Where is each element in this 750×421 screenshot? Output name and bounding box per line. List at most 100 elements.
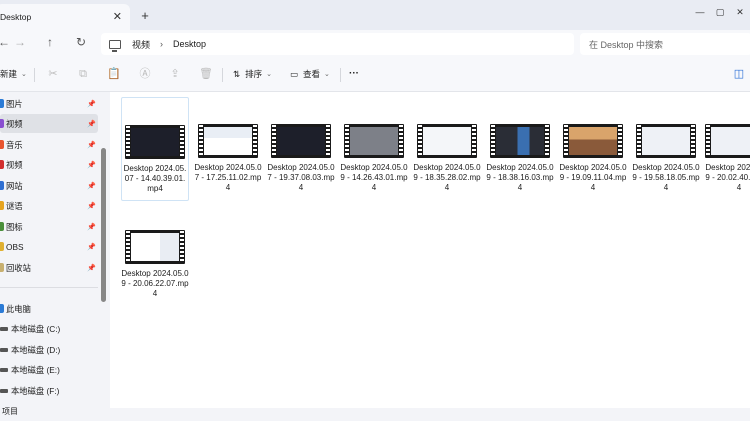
file-name: Desktop 2024.05.09 - 20.02.40.06.mp4 bbox=[705, 163, 750, 192]
sidebar-item-icons[interactable]: 图标 📌 bbox=[0, 217, 98, 236]
file-item[interactable]: Desktop 2024.05.09 - 19.09.11.04.mp4 bbox=[559, 124, 627, 193]
this-pc-icon bbox=[109, 39, 121, 52]
sidebar-item-obs[interactable]: OBS 📌 bbox=[0, 237, 98, 256]
back-icon[interactable]: ← bbox=[0, 35, 12, 49]
window-close-button[interactable]: ✕ bbox=[730, 0, 750, 24]
cut-icon[interactable]: ✂ bbox=[46, 67, 60, 81]
copy-icon[interactable]: ⧉ bbox=[76, 67, 90, 81]
navigation-pane: 图片 📌 视频 📌 音乐 📌 视频 📌 网站 📌 谜语 📌 图标 📌 OBS 📌 bbox=[0, 92, 110, 408]
sidebar-item-drive-c[interactable]: 本地磁盘 (C:) bbox=[0, 319, 98, 338]
file-item[interactable]: Desktop 2024.05.09 - 14.26.43.01.mp4 bbox=[340, 124, 408, 193]
breadcrumb-desktop[interactable]: Desktop bbox=[173, 39, 206, 49]
sidebar-item-recycle-bin[interactable]: 回收站 📌 bbox=[0, 258, 98, 277]
rename-icon[interactable]: Ⓐ bbox=[138, 67, 152, 81]
sidebar-item-label: 本地磁盘 (F:) bbox=[11, 385, 60, 396]
sidebar-scrollbar[interactable] bbox=[101, 148, 106, 302]
sidebar-item-riddles[interactable]: 谜语 📌 bbox=[0, 196, 98, 215]
refresh-icon[interactable]: ↻ bbox=[73, 35, 89, 49]
video-thumbnail bbox=[705, 124, 750, 158]
file-item[interactable]: Desktop 2024.05.07 - 14.40.39.01.mp4 bbox=[121, 97, 189, 201]
sort-icon: ⇅ bbox=[233, 68, 241, 79]
sidebar-item-label: OBS bbox=[6, 241, 24, 252]
sidebar-item-this-pc[interactable]: 此电脑 bbox=[0, 299, 98, 318]
file-item[interactable]: Desktop 2024.05.07 - 17.25.11.02.mp4 bbox=[194, 124, 262, 193]
delete-icon[interactable]: 🗑 bbox=[199, 67, 213, 81]
sidebar-divider bbox=[0, 287, 98, 288]
sidebar-item-label: 网站 bbox=[6, 180, 23, 191]
breadcrumb-videos[interactable]: 视频 bbox=[132, 38, 150, 51]
pin-icon: 📌 bbox=[87, 161, 96, 169]
file-name: Desktop 2024.05.07 - 19.37.08.03.mp4 bbox=[267, 163, 335, 192]
view-icon: ▭ bbox=[290, 68, 299, 79]
breadcrumb-separator: › bbox=[160, 39, 164, 49]
file-item[interactable]: Desktop 2024.05.07 - 19.37.08.03.mp4 bbox=[267, 124, 335, 193]
file-item[interactable]: Desktop 2024.05.09 - 18.35.28.02.mp4 bbox=[413, 124, 481, 193]
sidebar-item-pictures[interactable]: 图片 📌 bbox=[0, 94, 98, 113]
drive-icon bbox=[0, 347, 8, 352]
sort-button[interactable]: ⇅ 排序 ⌄ bbox=[233, 68, 272, 80]
computer-icon bbox=[0, 304, 4, 313]
sidebar-item-videos[interactable]: 视频 📌 bbox=[0, 114, 98, 133]
sidebar-item-drive-e[interactable]: 本地磁盘 (E:) bbox=[0, 360, 98, 379]
close-tab-icon[interactable]: ✕ bbox=[113, 10, 122, 23]
share-icon[interactable]: ⇪ bbox=[168, 67, 182, 81]
file-name: Desktop 2024.05.09 - 20.06.22.07.mp4 bbox=[121, 269, 189, 298]
search-input[interactable]: 在 Desktop 中搜索 bbox=[580, 33, 750, 55]
file-item[interactable]: Desktop 2024.05.09 - 20.02.40.06.mp4 bbox=[705, 124, 750, 193]
folder-icon bbox=[0, 181, 4, 190]
navigation-bar: ← → ↑ ↻ 视频 › Desktop 在 Desktop 中搜索 bbox=[0, 30, 750, 58]
divider bbox=[222, 68, 223, 82]
up-icon[interactable]: ↑ bbox=[42, 35, 58, 49]
sidebar-item-websites[interactable]: 网站 📌 bbox=[0, 176, 98, 195]
video-thumbnail bbox=[125, 125, 185, 159]
videos-icon bbox=[0, 119, 4, 128]
drive-icon bbox=[0, 367, 8, 372]
sidebar-item-drive-f[interactable]: 本地磁盘 (F:) bbox=[0, 381, 98, 400]
video-thumbnail bbox=[417, 124, 477, 158]
folder-icon bbox=[0, 201, 4, 210]
file-name: Desktop 2024.05.09 - 18.35.28.02.mp4 bbox=[413, 163, 481, 192]
divider bbox=[34, 68, 35, 82]
file-name: Desktop 2024.05.09 - 14.26.43.01.mp4 bbox=[340, 163, 408, 192]
minimize-button[interactable]: — bbox=[690, 0, 710, 24]
tab-title: Desktop bbox=[0, 12, 32, 22]
details-pane-icon[interactable]: ◫ bbox=[732, 67, 746, 81]
address-bar[interactable]: 视频 › Desktop bbox=[101, 33, 574, 55]
pin-icon: 📌 bbox=[87, 264, 96, 272]
pin-icon: 📌 bbox=[87, 223, 96, 231]
paste-icon[interactable]: 📋 bbox=[107, 67, 121, 81]
pin-icon: 📌 bbox=[87, 100, 96, 108]
status-bar: 项目 bbox=[0, 408, 750, 421]
file-item[interactable]: Desktop 2024.05.09 - 19.58.18.05.mp4 bbox=[632, 124, 700, 193]
new-tab-button[interactable]: + bbox=[138, 8, 152, 23]
file-list: Desktop 2024.05.07 - 14.40.39.01.mp4 Des… bbox=[110, 92, 750, 408]
file-name: Desktop 2024.05.09 - 19.09.11.04.mp4 bbox=[559, 163, 627, 192]
file-item[interactable]: Desktop 2024.05.09 - 18.38.16.03.mp4 bbox=[486, 124, 554, 193]
new-label: 新建 bbox=[0, 69, 18, 79]
new-button[interactable]: 新建 ⌄ bbox=[0, 68, 27, 80]
view-button[interactable]: ▭ 查看 ⌄ bbox=[290, 68, 330, 80]
video-thumbnail bbox=[344, 124, 404, 158]
sidebar-item-drive-d[interactable]: 本地磁盘 (D:) bbox=[0, 340, 98, 359]
sidebar-item-label: 音乐 bbox=[6, 139, 23, 150]
sidebar-item-label: 此电脑 bbox=[6, 303, 31, 314]
sidebar-item-label: 本地磁盘 (D:) bbox=[11, 344, 61, 355]
file-name: Desktop 2024.05.07 - 17.25.11.02.mp4 bbox=[194, 163, 262, 192]
status-text: 项目 bbox=[2, 407, 18, 416]
sidebar-item-label: 本地磁盘 (E:) bbox=[11, 364, 60, 375]
video-thumbnail bbox=[198, 124, 258, 158]
pin-icon: 📌 bbox=[87, 120, 96, 128]
tab-strip: Desktop ✕ + — ▢ ✕ bbox=[0, 0, 750, 30]
sidebar-item-label: 图标 bbox=[6, 221, 23, 232]
file-item[interactable]: Desktop 2024.05.09 - 20.06.22.07.mp4 bbox=[121, 230, 189, 299]
maximize-button[interactable]: ▢ bbox=[710, 0, 730, 24]
tab-desktop[interactable]: Desktop ✕ bbox=[0, 4, 130, 30]
command-bar: 新建 ⌄ ✂ ⧉ 📋 Ⓐ ⇪ 🗑 ⇅ 排序 ⌄ ▭ 查看 ⌄ ··· ◫ bbox=[0, 58, 750, 92]
sidebar-item-videos-2[interactable]: 视频 📌 bbox=[0, 155, 98, 174]
more-options-button[interactable]: ··· bbox=[349, 68, 359, 79]
forward-icon[interactable]: → bbox=[12, 35, 28, 49]
chevron-down-icon: ⌄ bbox=[266, 71, 273, 78]
sidebar-item-music[interactable]: 音乐 📌 bbox=[0, 135, 98, 154]
folder-icon bbox=[0, 160, 4, 169]
pin-icon: 📌 bbox=[87, 141, 96, 149]
